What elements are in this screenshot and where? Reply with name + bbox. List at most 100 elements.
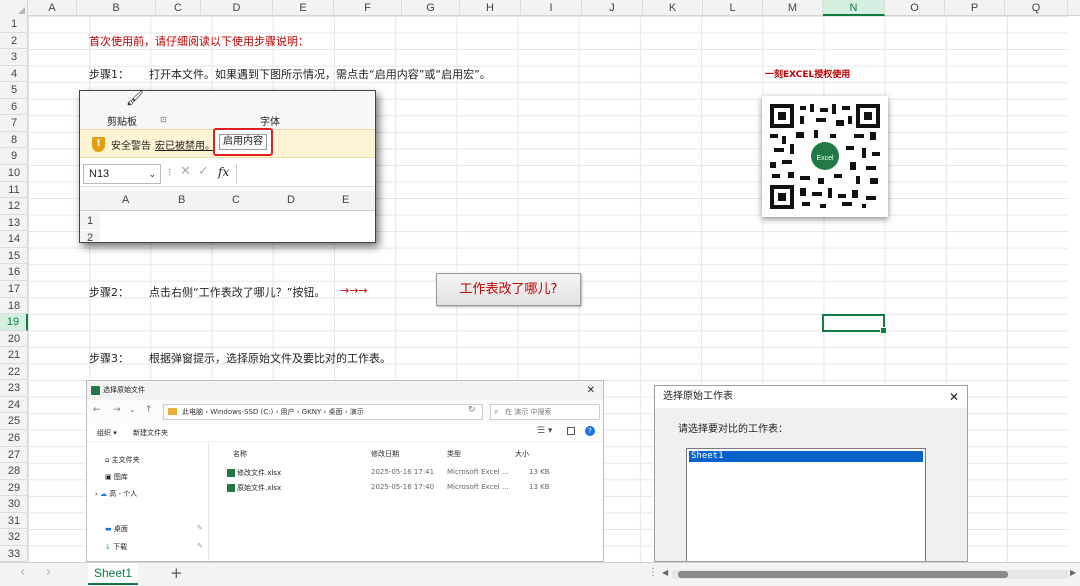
row-header-4[interactable]: 4 bbox=[0, 66, 28, 83]
help-icon[interactable]: ? bbox=[585, 426, 595, 436]
column-header-a[interactable]: A bbox=[28, 0, 77, 16]
scroll-right-arrow-icon[interactable]: ▶ bbox=[1070, 568, 1076, 577]
sheet-list-item[interactable]: Sheet1 bbox=[689, 451, 923, 462]
row-header-19[interactable]: 19 bbox=[0, 314, 28, 331]
add-sheet-button[interactable]: + bbox=[170, 564, 183, 582]
row-header-9[interactable]: 9 bbox=[0, 148, 28, 166]
col-date[interactable]: 修改日期 bbox=[371, 449, 399, 459]
row-header-32[interactable]: 32 bbox=[0, 529, 28, 546]
col-size[interactable]: 大小 bbox=[515, 449, 529, 459]
scroll-right-icon[interactable]: › bbox=[46, 565, 51, 580]
column-header-o[interactable]: O bbox=[885, 0, 945, 16]
sheet-tab-sheet1[interactable]: Sheet1 bbox=[88, 563, 138, 585]
file-dialog-toolbar: 组织 ▾ 新建文件夹 ☰ ▾ ? bbox=[87, 424, 603, 442]
row-header-28[interactable]: 28 bbox=[0, 463, 28, 480]
scroll-left-icon[interactable]: ‹ bbox=[20, 565, 25, 580]
row-header-8[interactable]: 8 bbox=[0, 132, 28, 149]
row-header-23[interactable]: 23 bbox=[0, 380, 28, 397]
horizontal-scrollbar[interactable] bbox=[672, 570, 1068, 579]
column-header-j[interactable]: J bbox=[582, 0, 643, 16]
organize-button[interactable]: 组织 ▾ bbox=[97, 428, 117, 438]
row-header-27[interactable]: 27 bbox=[0, 447, 28, 464]
column-header-p[interactable]: P bbox=[945, 0, 1005, 16]
row-header-18[interactable]: 18 bbox=[0, 298, 28, 315]
up-icon[interactable]: ↑ bbox=[145, 405, 153, 415]
col-type[interactable]: 类型 bbox=[447, 449, 461, 459]
column-header-c[interactable]: C bbox=[156, 0, 201, 16]
row-header-15[interactable]: 15 bbox=[0, 248, 28, 265]
nav-item-home[interactable]: ⌂ 主文件夹 bbox=[105, 455, 140, 465]
preview-pane-icon[interactable] bbox=[567, 427, 575, 435]
scrollbar-thumb[interactable] bbox=[678, 571, 1008, 578]
column-header-e[interactable]: E bbox=[273, 0, 334, 16]
row-header-16[interactable]: 16 bbox=[0, 264, 28, 281]
column-header-n[interactable]: N bbox=[823, 0, 885, 16]
nav-item-onedrive[interactable]: › ☁ 高 - 个人 bbox=[95, 489, 137, 499]
row-header-33[interactable]: 33 bbox=[0, 546, 28, 563]
enable-content-button[interactable]: 启用内容 bbox=[213, 128, 273, 156]
scroll-left-arrow-icon[interactable]: ◀ bbox=[662, 568, 668, 577]
step1-screenshot: 🖌 剪贴板 ⊡ 字体 ! 安全警告 宏已被禁用。 启用内容 N13 ⌄ ⁝ ✕ ✓… bbox=[79, 90, 376, 243]
new-folder-button[interactable]: 新建文件夹 bbox=[133, 428, 168, 438]
column-header-b[interactable]: B bbox=[77, 0, 156, 16]
name-box[interactable]: N13 ⌄ bbox=[83, 164, 161, 184]
row-header-22[interactable]: 22 bbox=[0, 364, 28, 381]
row-header-6[interactable]: 6 bbox=[0, 99, 28, 116]
column-header-i[interactable]: I bbox=[521, 0, 582, 16]
nav-item-desktop[interactable]: ▬ 桌面 bbox=[105, 524, 128, 534]
back-icon[interactable]: ← bbox=[93, 405, 101, 415]
row-header-29[interactable]: 29 bbox=[0, 480, 28, 497]
qr-code: Excel bbox=[762, 96, 888, 217]
qr-code-graphic: Excel bbox=[770, 104, 880, 209]
row-header-25[interactable]: 25 bbox=[0, 413, 28, 430]
row-header-3[interactable]: 3 bbox=[0, 49, 28, 66]
selected-cell[interactable] bbox=[822, 314, 887, 334]
forward-icon[interactable]: → bbox=[113, 405, 121, 415]
address-bar[interactable]: 此电脑 › Windows-SSD (C:) › 用户 › GKNY › 桌面 … bbox=[163, 404, 483, 420]
column-header-l[interactable]: L bbox=[703, 0, 763, 16]
row-header-11[interactable]: 11 bbox=[0, 182, 28, 199]
row-header-21[interactable]: 21 bbox=[0, 347, 28, 364]
chevron-down-icon[interactable]: ⌄ bbox=[129, 405, 136, 414]
macros-disabled-link[interactable]: 宏已被禁用。 bbox=[155, 137, 215, 152]
check-icon: ✓ bbox=[198, 164, 209, 179]
row-header-7[interactable]: 7 bbox=[0, 115, 28, 132]
column-header-d[interactable]: D bbox=[201, 0, 273, 16]
close-icon[interactable]: ✕ bbox=[949, 386, 959, 408]
search-box[interactable]: ⌕ 在 演示 中搜索 bbox=[490, 404, 600, 420]
row-header-17[interactable]: 17 bbox=[0, 281, 28, 298]
col-name[interactable]: 名称 bbox=[233, 449, 247, 459]
diff-sheet-button[interactable]: 工作表改了哪儿? bbox=[436, 273, 581, 306]
row-header-31[interactable]: 31 bbox=[0, 513, 28, 530]
row-header-5[interactable]: 5 bbox=[0, 82, 28, 99]
row-header-2[interactable]: 2 bbox=[0, 33, 28, 50]
download-icon: ↓ bbox=[105, 543, 114, 551]
row-header-20[interactable]: 20 bbox=[0, 331, 28, 348]
view-icon[interactable]: ☰ ▾ bbox=[537, 426, 552, 436]
nav-item-gallery[interactable]: ▣ 图库 bbox=[105, 472, 128, 482]
close-icon[interactable]: ✕ bbox=[587, 381, 595, 400]
row-header-30[interactable]: 30 bbox=[0, 496, 28, 513]
select-all-corner[interactable] bbox=[0, 0, 28, 16]
row-header-26[interactable]: 26 bbox=[0, 430, 28, 447]
compare-dialog-title: 选择原始工作表 bbox=[663, 391, 733, 402]
sheet-listbox[interactable]: Sheet1 bbox=[686, 448, 926, 561]
step3-text: 根据弹窗提示，选择原始文件及要比对的工作表。 bbox=[149, 352, 391, 365]
row-header-24[interactable]: 24 bbox=[0, 397, 28, 414]
row-header-1[interactable]: 1 bbox=[0, 16, 28, 33]
row-header-14[interactable]: 14 bbox=[0, 231, 28, 248]
nav-item-downloads[interactable]: ↓ 下载 bbox=[105, 542, 127, 552]
row-header-13[interactable]: 13 bbox=[0, 215, 28, 232]
column-header-f[interactable]: F bbox=[334, 0, 402, 16]
column-header-g[interactable]: G bbox=[402, 0, 460, 16]
row-header-12[interactable]: 12 bbox=[0, 198, 28, 215]
row-header-10[interactable]: 10 bbox=[0, 165, 28, 182]
column-header-h[interactable]: H bbox=[460, 0, 521, 16]
file-size: 13 KB bbox=[529, 468, 550, 476]
mini-row-1: 1 bbox=[80, 212, 100, 230]
security-warning-label: 安全警告 bbox=[111, 141, 151, 152]
column-header-q[interactable]: Q bbox=[1005, 0, 1068, 16]
refresh-icon[interactable]: ↻ bbox=[468, 405, 476, 415]
column-header-m[interactable]: M bbox=[763, 0, 823, 16]
column-header-k[interactable]: K bbox=[643, 0, 703, 16]
